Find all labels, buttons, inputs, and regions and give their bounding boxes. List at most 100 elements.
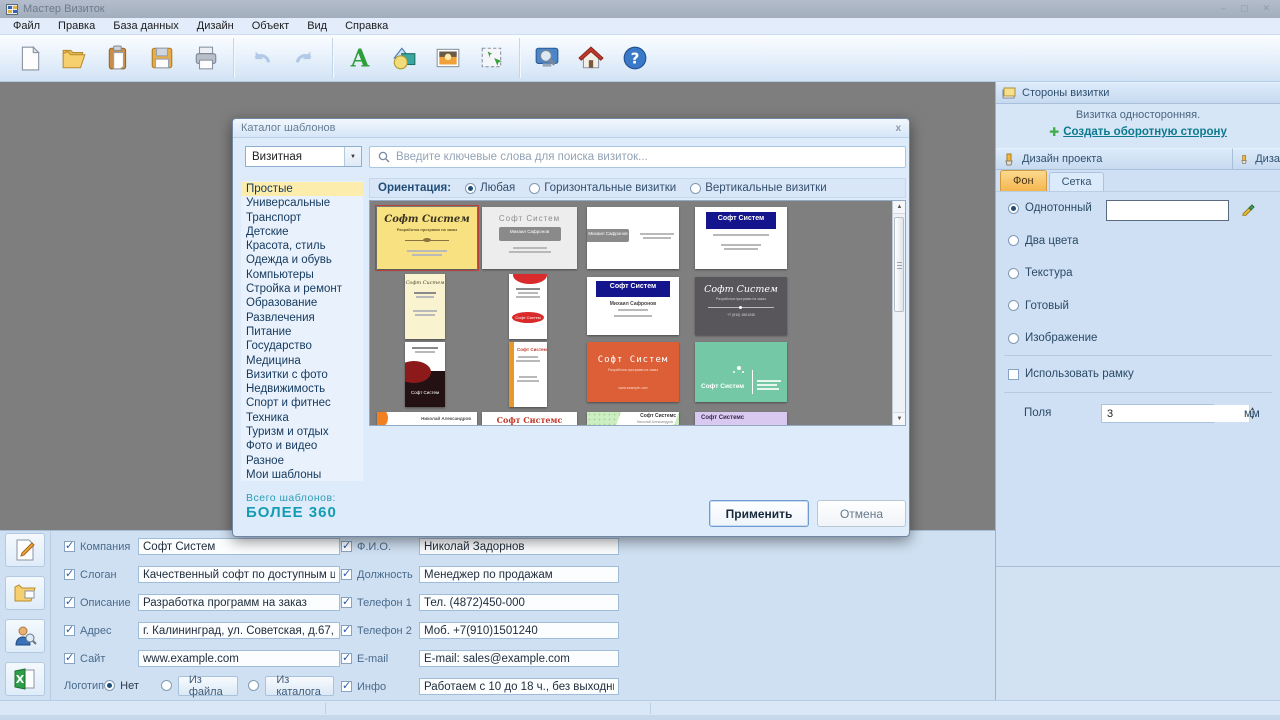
template-card[interactable]: Софт Систем xyxy=(405,274,445,339)
dialog-close-icon[interactable]: x xyxy=(895,123,901,134)
field-checkbox[interactable] xyxy=(64,569,75,580)
color-swatch[interactable] xyxy=(1106,200,1229,221)
field-input[interactable] xyxy=(138,566,340,583)
cancel-button[interactable]: Отмена xyxy=(817,500,906,527)
background-option-radio[interactable] xyxy=(1008,203,1019,214)
field-checkbox[interactable] xyxy=(64,653,75,664)
field-checkbox[interactable] xyxy=(341,681,352,692)
category-item[interactable]: Одежда и обувь xyxy=(241,253,363,267)
design-tab[interactable]: Фон xyxy=(1000,170,1047,191)
menu-item[interactable]: Дизайн xyxy=(188,19,243,33)
logo-from-file-button[interactable]: Из файла xyxy=(178,676,238,696)
preview-icon[interactable] xyxy=(525,38,569,78)
background-option-radio[interactable] xyxy=(1008,235,1019,246)
category-item[interactable]: Развлечения xyxy=(241,311,363,325)
field-input[interactable] xyxy=(419,538,619,555)
category-item[interactable]: Простые xyxy=(241,182,363,196)
maximize-icon[interactable]: ▢ xyxy=(1240,3,1249,14)
orientation-radio[interactable] xyxy=(465,183,476,194)
category-item[interactable]: Транспорт xyxy=(241,211,363,225)
field-input[interactable] xyxy=(138,538,340,555)
save-icon[interactable] xyxy=(140,38,184,78)
design-tab[interactable]: Сетка xyxy=(1049,172,1105,191)
menu-item[interactable]: База данных xyxy=(104,19,188,33)
background-option-radio[interactable] xyxy=(1008,300,1019,311)
template-card[interactable]: Николай Александров xyxy=(377,412,477,426)
menu-item[interactable]: Правка xyxy=(49,19,104,33)
design-partial-header[interactable]: Диза xyxy=(1232,148,1280,170)
background-option-radio[interactable] xyxy=(1008,333,1019,344)
card-sides-header[interactable]: Стороны визитки xyxy=(996,82,1280,104)
field-checkbox[interactable] xyxy=(341,541,352,552)
template-card[interactable]: Софт Систем xyxy=(695,342,787,402)
new-document-icon[interactable] xyxy=(8,38,52,78)
template-card[interactable]: Софт Систем xyxy=(405,342,445,407)
field-input[interactable] xyxy=(138,650,340,667)
paste-icon[interactable] xyxy=(96,38,140,78)
templates-scrollbar[interactable]: ▲ ▼ xyxy=(892,201,905,425)
field-input[interactable] xyxy=(419,594,619,611)
search-input[interactable] xyxy=(396,151,905,163)
insert-clipart-icon[interactable] xyxy=(470,38,514,78)
excel-export-icon[interactable]: X xyxy=(5,662,45,696)
template-card[interactable]: Софт Системс xyxy=(695,412,787,426)
category-item[interactable]: Разное xyxy=(241,454,363,468)
category-item[interactable]: Детские xyxy=(241,225,363,239)
field-checkbox[interactable] xyxy=(64,541,75,552)
menu-item[interactable]: Справка xyxy=(336,19,397,33)
scrollbar-thumb[interactable] xyxy=(894,217,904,312)
template-card[interactable]: Софт Системс Николай Александров xyxy=(587,412,679,426)
scroll-down-icon[interactable]: ▼ xyxy=(893,412,906,425)
close-icon[interactable]: ✕ xyxy=(1262,3,1270,14)
field-checkbox[interactable] xyxy=(341,597,352,608)
category-item[interactable]: Медицина xyxy=(241,354,363,368)
field-input[interactable] xyxy=(419,622,619,639)
category-item[interactable]: Универсальные xyxy=(241,196,363,210)
category-item[interactable]: Компьютеры xyxy=(241,268,363,282)
field-checkbox[interactable] xyxy=(64,625,75,636)
orientation-radio[interactable] xyxy=(690,183,701,194)
logo-catalog-radio[interactable] xyxy=(248,680,259,691)
help-icon[interactable]: ? xyxy=(613,38,657,78)
menu-item[interactable]: Файл xyxy=(4,19,49,33)
color-picker-icon[interactable] xyxy=(1241,201,1256,216)
category-item[interactable]: Визитки с фото xyxy=(241,368,363,382)
template-card[interactable]: Софт Систем Михаил Сафронов xyxy=(587,277,679,335)
chevron-down-icon[interactable]: ▼ xyxy=(344,147,361,166)
category-item[interactable]: Образование xyxy=(241,296,363,310)
field-checkbox[interactable] xyxy=(64,597,75,608)
margins-input[interactable] xyxy=(1102,405,1249,422)
minimize-icon[interactable]: – xyxy=(1221,3,1226,14)
field-checkbox[interactable] xyxy=(341,625,352,636)
add-image-icon[interactable] xyxy=(426,38,470,78)
category-item[interactable]: Стройка и ремонт xyxy=(241,282,363,296)
open-catalog-icon[interactable] xyxy=(5,576,45,610)
menu-item[interactable]: Вид xyxy=(298,19,336,33)
template-card[interactable]: Софт Систем Разработка программ на заказ… xyxy=(695,277,787,335)
category-item[interactable]: Питание xyxy=(241,325,363,339)
field-input[interactable] xyxy=(419,650,619,667)
template-card[interactable]: Софт Систем xyxy=(509,274,547,339)
category-item[interactable]: Спорт и фитнес xyxy=(241,396,363,410)
contact-search-icon[interactable] xyxy=(5,619,45,653)
template-card[interactable]: Михаил Сафронов xyxy=(587,207,679,269)
category-item[interactable]: Техника xyxy=(241,411,363,425)
field-checkbox[interactable] xyxy=(341,653,352,664)
card-type-dropdown[interactable]: Визитная ▼ xyxy=(245,146,362,167)
template-card[interactable]: Софт Систем Михаил Сафронов xyxy=(482,207,577,269)
edit-card-icon[interactable] xyxy=(5,533,45,567)
orientation-radio[interactable] xyxy=(529,183,540,194)
menu-item[interactable]: Объект xyxy=(243,19,298,33)
home-icon[interactable] xyxy=(569,38,613,78)
category-item[interactable]: Государство xyxy=(241,339,363,353)
category-item[interactable]: Красота, стиль xyxy=(241,239,363,253)
use-frame-checkbox[interactable] xyxy=(1008,369,1019,380)
field-input[interactable] xyxy=(138,594,340,611)
add-shape-icon[interactable] xyxy=(382,38,426,78)
apply-button[interactable]: Применить xyxy=(709,500,809,527)
template-card[interactable]: Софт Систем xyxy=(695,207,787,269)
logo-file-radio[interactable] xyxy=(161,680,172,691)
template-card[interactable]: Софт Систем Разработка программ на заказ… xyxy=(587,342,679,402)
template-card[interactable]: Софт Системс xyxy=(482,412,577,426)
design-project-header[interactable]: Дизайн проекта xyxy=(996,148,1232,170)
